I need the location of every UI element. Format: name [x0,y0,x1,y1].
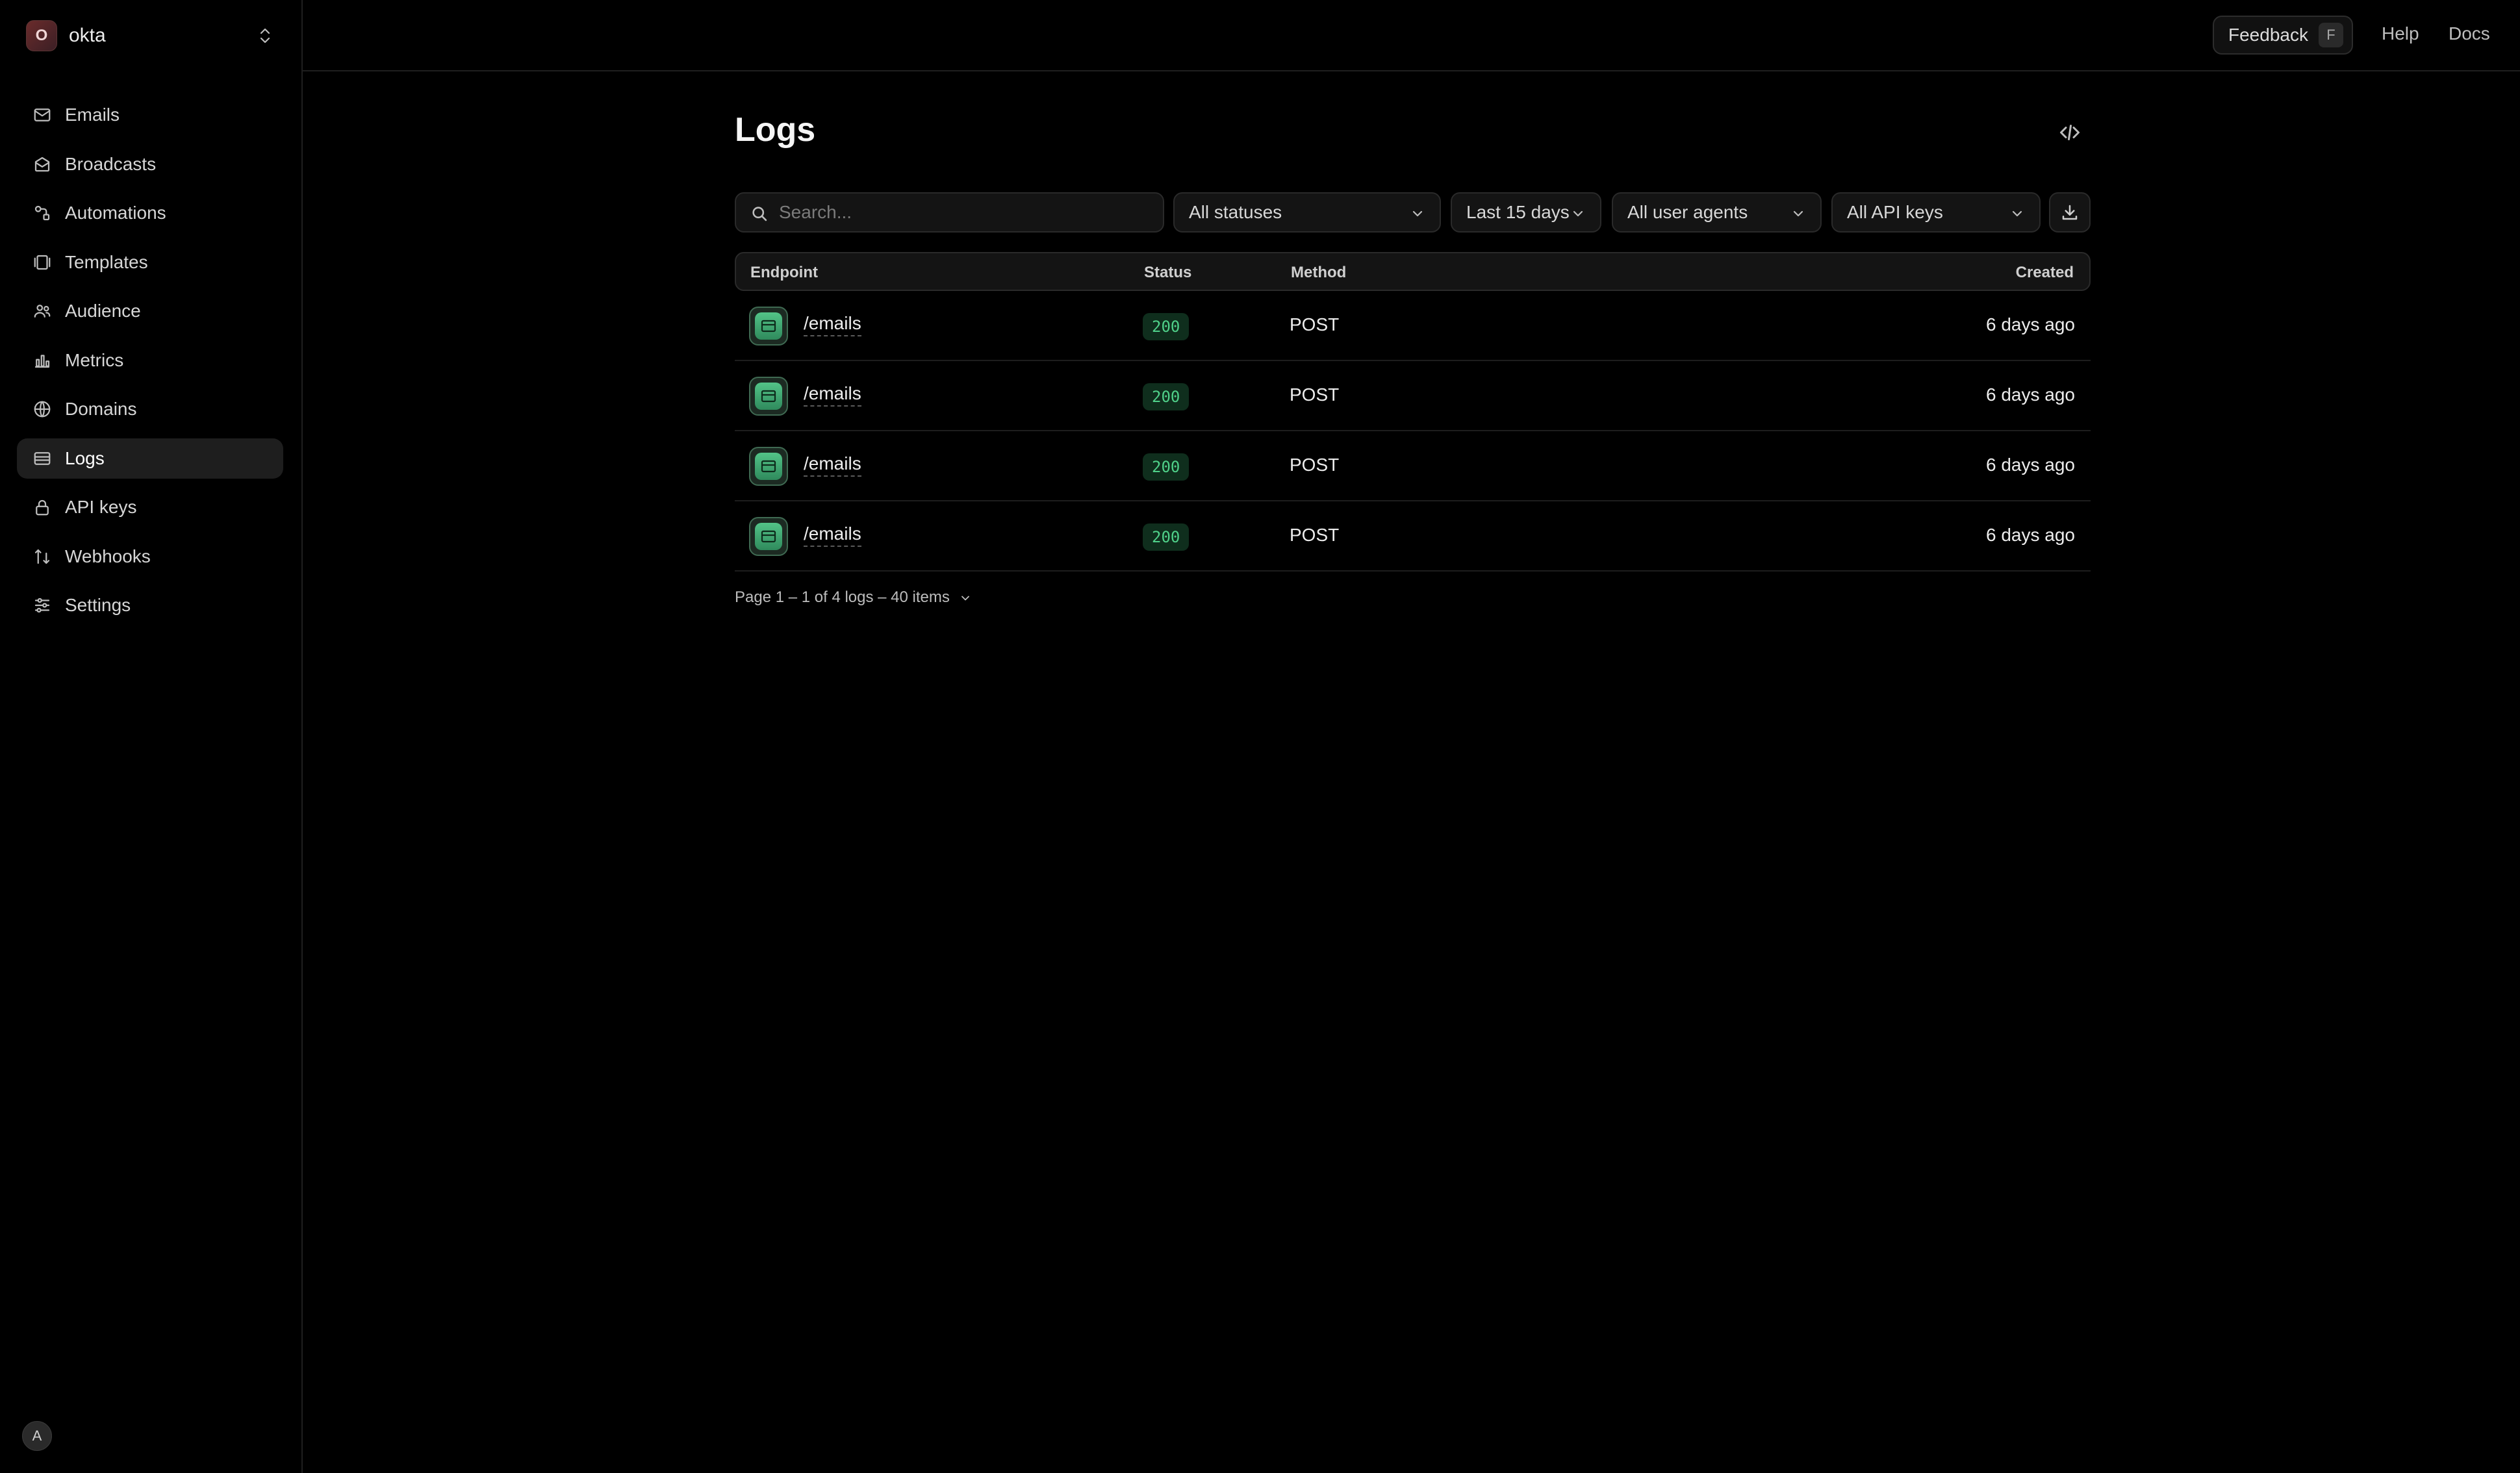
sidebar-item-webhooks[interactable]: Webhooks [17,536,283,577]
column-header-created[interactable]: Created [2016,264,2074,282]
pagination-text: Page 1 – 1 of 4 logs – 40 items [735,588,950,606]
column-header-method[interactable]: Method [1291,264,1346,282]
sidebar-item-automations[interactable]: Automations [17,193,283,233]
template-icon [32,253,52,272]
automation-icon [32,203,52,223]
pagination-selector[interactable]: Page 1 – 1 of 4 logs – 40 items [735,588,972,607]
code-icon[interactable] [2058,121,2081,144]
search-box[interactable] [735,192,1164,233]
help-link[interactable]: Help [2382,23,2419,44]
created-value: 6 days ago [1986,455,2075,475]
table-row[interactable]: /emails 200 POST 6 days ago [735,431,2091,501]
table-header: Endpoint Status Method Created [735,252,2091,291]
date-range-filter[interactable]: Last 15 days [1451,192,1601,233]
sidebar-item-label: Webhooks [65,546,151,566]
download-icon [2062,205,2078,220]
endpoint-path[interactable]: /emails [804,523,861,547]
user-agent-value: All user agents [1627,202,1748,222]
sidebar-item-label: Broadcasts [65,153,157,174]
webhook-icon [32,547,52,566]
chevron-up-down-icon [257,25,273,46]
globe-icon [32,399,52,419]
table-row[interactable]: /emails 200 POST 6 days ago [735,501,2091,572]
feedback-label: Feedback [2228,25,2308,45]
method-value: POST [1290,455,1340,475]
sidebar-item-broadcasts[interactable]: Broadcasts [17,144,283,184]
api-key-value: All API keys [1847,202,1943,222]
chevron-down-icon [1570,205,1586,221]
search-input[interactable] [779,202,1163,223]
broadcast-icon [32,155,52,174]
sidebar-item-audience[interactable]: Audience [17,291,283,331]
endpoint-path[interactable]: /emails [804,453,861,477]
mail-icon [32,105,52,125]
page-title: Logs [735,111,816,149]
sidebar-item-domains[interactable]: Domains [17,389,283,429]
sidebar-item-label: Metrics [65,349,124,370]
endpoint-path[interactable]: /emails [804,313,861,336]
sidebar-item-logs[interactable]: Logs [17,438,283,479]
topbar [303,0,2520,71]
chart-icon [32,351,52,370]
workspace-switcher[interactable]: O okta [26,19,277,52]
chevron-down-icon [959,591,972,604]
created-value: 6 days ago [1986,314,2075,334]
status-badge: 200 [1143,313,1190,340]
search-icon [750,205,769,223]
sidebar-item-label: Logs [65,447,105,468]
sidebar-item-label: Automations [65,203,166,223]
method-value: POST [1290,384,1340,405]
feedback-shortcut: F [2318,23,2343,47]
sidebar-item-emails[interactable]: Emails [17,95,283,135]
api-key-filter[interactable]: All API keys [1831,192,2041,233]
sidebar: O okta Emails Broadcasts Automations Tem… [0,0,303,1473]
sidebar-item-label: Emails [65,105,120,125]
column-header-endpoint[interactable]: Endpoint [750,264,818,282]
sidebar-item-api-keys[interactable]: API keys [17,487,283,527]
sidebar-item-label: API keys [65,497,137,517]
lock-icon [32,497,52,517]
user-avatar[interactable]: A [22,1421,52,1451]
sidebar-item-metrics[interactable]: Metrics [17,340,283,381]
column-header-status[interactable]: Status [1144,264,1191,282]
sidebar-nav: Emails Broadcasts Automations Templates … [17,95,283,635]
table-row[interactable]: /emails 200 POST 6 days ago [735,361,2091,431]
app-window: O okta Emails Broadcasts Automations Tem… [0,0,2520,1473]
created-value: 6 days ago [1986,525,2075,545]
sliders-icon [32,596,52,615]
chevron-down-icon [2009,205,2025,221]
status-badge: 200 [1143,453,1190,481]
sidebar-item-settings[interactable]: Settings [17,585,283,625]
feedback-button[interactable]: Feedback F [2213,16,2353,55]
sidebar-item-label: Audience [65,301,141,321]
endpoint-path[interactable]: /emails [804,383,861,407]
method-value: POST [1290,314,1340,334]
status-badge: 200 [1143,523,1190,551]
endpoint-icon [749,307,788,346]
created-value: 6 days ago [1986,384,2075,405]
workspace-name: okta [69,25,106,46]
sidebar-item-templates[interactable]: Templates [17,242,283,283]
logs-icon [32,449,52,468]
endpoint-icon [749,377,788,416]
status-filter-value: All statuses [1189,202,1282,222]
sidebar-item-label: Settings [65,595,131,615]
chevron-down-icon [1790,205,1806,221]
method-value: POST [1290,525,1340,545]
endpoint-icon [749,517,788,556]
chevron-down-icon [1410,205,1425,221]
workspace-avatar: O [26,20,57,51]
sidebar-item-label: Templates [65,251,148,272]
status-badge: 200 [1143,383,1190,410]
status-filter[interactable]: All statuses [1173,192,1441,233]
audience-icon [32,301,52,321]
table-row[interactable]: /emails 200 POST 6 days ago [735,291,2091,361]
endpoint-icon [749,447,788,486]
sidebar-item-label: Domains [65,399,137,419]
download-button[interactable] [2049,192,2091,233]
date-range-value: Last 15 days [1466,202,1570,222]
logs-table: Endpoint Status Method Created /emails 2… [735,252,2091,572]
docs-link[interactable]: Docs [2449,23,2490,44]
user-agent-filter[interactable]: All user agents [1612,192,1822,233]
